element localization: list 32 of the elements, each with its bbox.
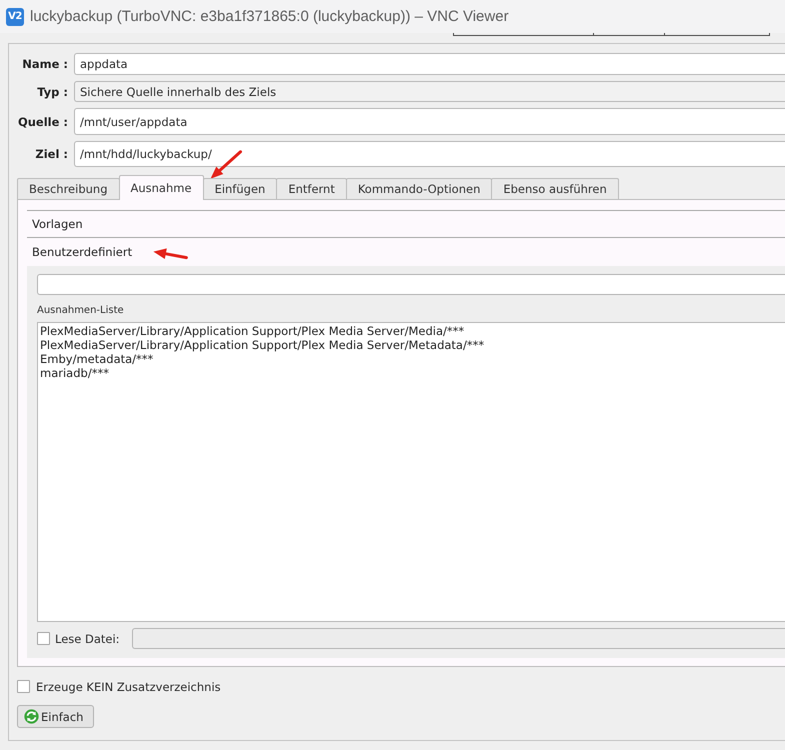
window-title: luckybackup (TurboVNC: e3ba1f371865:0 (luckybackup)) – VNC Viewer (30, 8, 509, 25)
section-header[interactable]: Vorlagen (27, 210, 785, 238)
refresh-icon (24, 709, 39, 724)
field-label: Name : (21, 57, 68, 71)
text-field[interactable]: appdata (74, 53, 785, 75)
app-logo: V2 (6, 8, 24, 26)
field-label: Typ : (36, 84, 68, 98)
field-label: Ziel : (34, 147, 68, 161)
checkbox[interactable] (37, 632, 50, 645)
text-field[interactable] (37, 274, 785, 295)
list-label: Ausnahmen-Liste (37, 304, 124, 317)
tab[interactable]: Kommando-Optionen (346, 178, 492, 199)
list-item[interactable]: PlexMediaServer/Library/Application Support/Plex Media Server/Metadata/*** (40, 338, 484, 352)
text-field[interactable]: /mnt/hdd/luckybackup/ (74, 141, 785, 167)
combo-box[interactable]: Sichere Quelle innerhalb des Ziels (74, 81, 785, 102)
section-header[interactable]: Benutzerdefiniert (27, 238, 785, 266)
checkbox[interactable] (17, 680, 30, 693)
tab[interactable]: Ausnahme (118, 175, 204, 200)
tab[interactable]: Einfügen (202, 178, 278, 199)
list-item[interactable]: Emby/metadata/*** (40, 352, 154, 366)
simple-button[interactable]: Einfach (17, 705, 94, 728)
tab[interactable]: Ebenso ausführen (491, 178, 619, 199)
list-item[interactable]: PlexMediaServer/Library/Application Support/Plex Media Server/Media/*** (40, 324, 464, 338)
annotation-arrow (153, 248, 188, 260)
checkbox-label[interactable]: Lese Datei: (55, 632, 120, 646)
annotation-arrow (210, 150, 243, 180)
field-label: Quelle : (16, 114, 68, 128)
checkbox-label[interactable]: Erzeuge KEIN Zusatzverzeichnis (36, 680, 221, 694)
tab[interactable]: Beschreibung (17, 178, 120, 199)
text-field[interactable]: /mnt/user/appdata (74, 108, 785, 135)
list-item[interactable]: mariadb/*** (40, 366, 109, 380)
tab[interactable]: Entfernt (276, 178, 347, 199)
